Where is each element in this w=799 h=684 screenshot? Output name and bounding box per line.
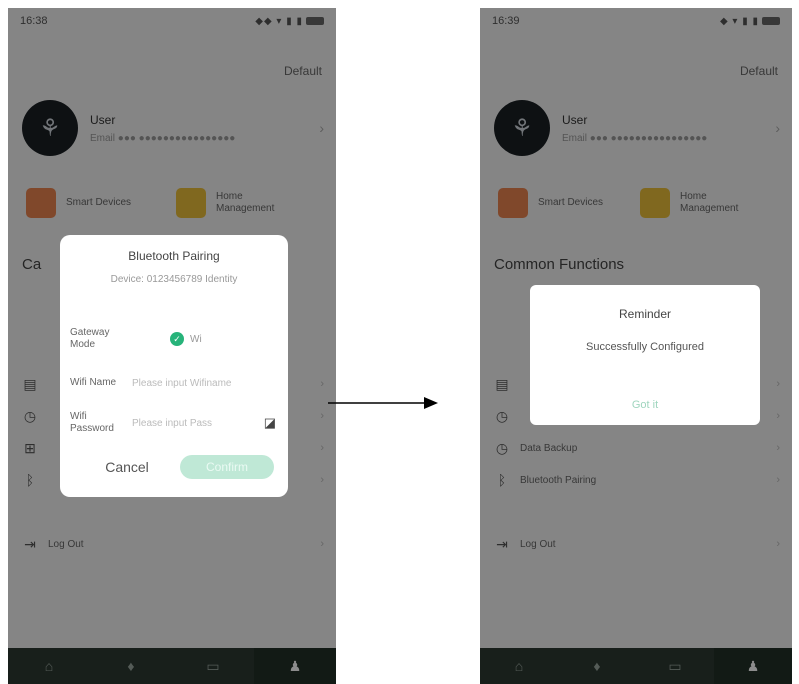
gateway-mode-label: Gateway Mode — [70, 327, 110, 350]
phone-screen-left: 16:38 ◆◆ ▾ ▮ ▮ Default ⚘ User Email ●●● … — [8, 8, 336, 684]
wifi-password-label: Wifi Password — [70, 411, 114, 434]
phone-screen-right: 16:39 ◆ ▾ ▮ ▮ Default ⚘ User Email ●●● ●… — [480, 8, 792, 684]
dialog-buttons: Cancel Confirm — [74, 455, 274, 479]
wifi-name-input[interactable]: Please input Wifiname — [132, 378, 232, 389]
device-id: Device: 0123456789 Identity — [110, 274, 238, 285]
gateway-option-label: Wi — [190, 333, 202, 345]
gateway-mode-row: Gateway Mode ✓ Wi — [70, 327, 276, 351]
cancel-button[interactable]: Cancel — [74, 459, 180, 475]
wifi-name-row: Wifi Name Please input Wifiname — [70, 377, 276, 389]
bluetooth-pairing-dialog: Bluetooth Pairing Device: 0123456789 Ide… — [60, 235, 288, 497]
dialog-message: Successfully Configured — [585, 341, 704, 353]
hide-password-icon[interactable]: ◪ — [264, 415, 276, 431]
wifi-password-input[interactable]: Please input Pass — [132, 418, 212, 429]
dialog-title: Reminder — [618, 307, 672, 321]
got-it-button[interactable]: Got it — [530, 399, 760, 411]
wifi-password-row: Wifi Password Please input Pass ◪ — [70, 411, 276, 435]
transition-arrow — [328, 397, 438, 409]
dialog-title: Bluetooth Pairing — [128, 249, 220, 263]
reminder-dialog: Reminder Successfully Configured Got it — [530, 285, 760, 425]
radio-checked-icon[interactable]: ✓ — [170, 332, 184, 346]
confirm-button[interactable]: Confirm — [180, 455, 274, 479]
wifi-name-label: Wifi Name — [70, 377, 117, 388]
